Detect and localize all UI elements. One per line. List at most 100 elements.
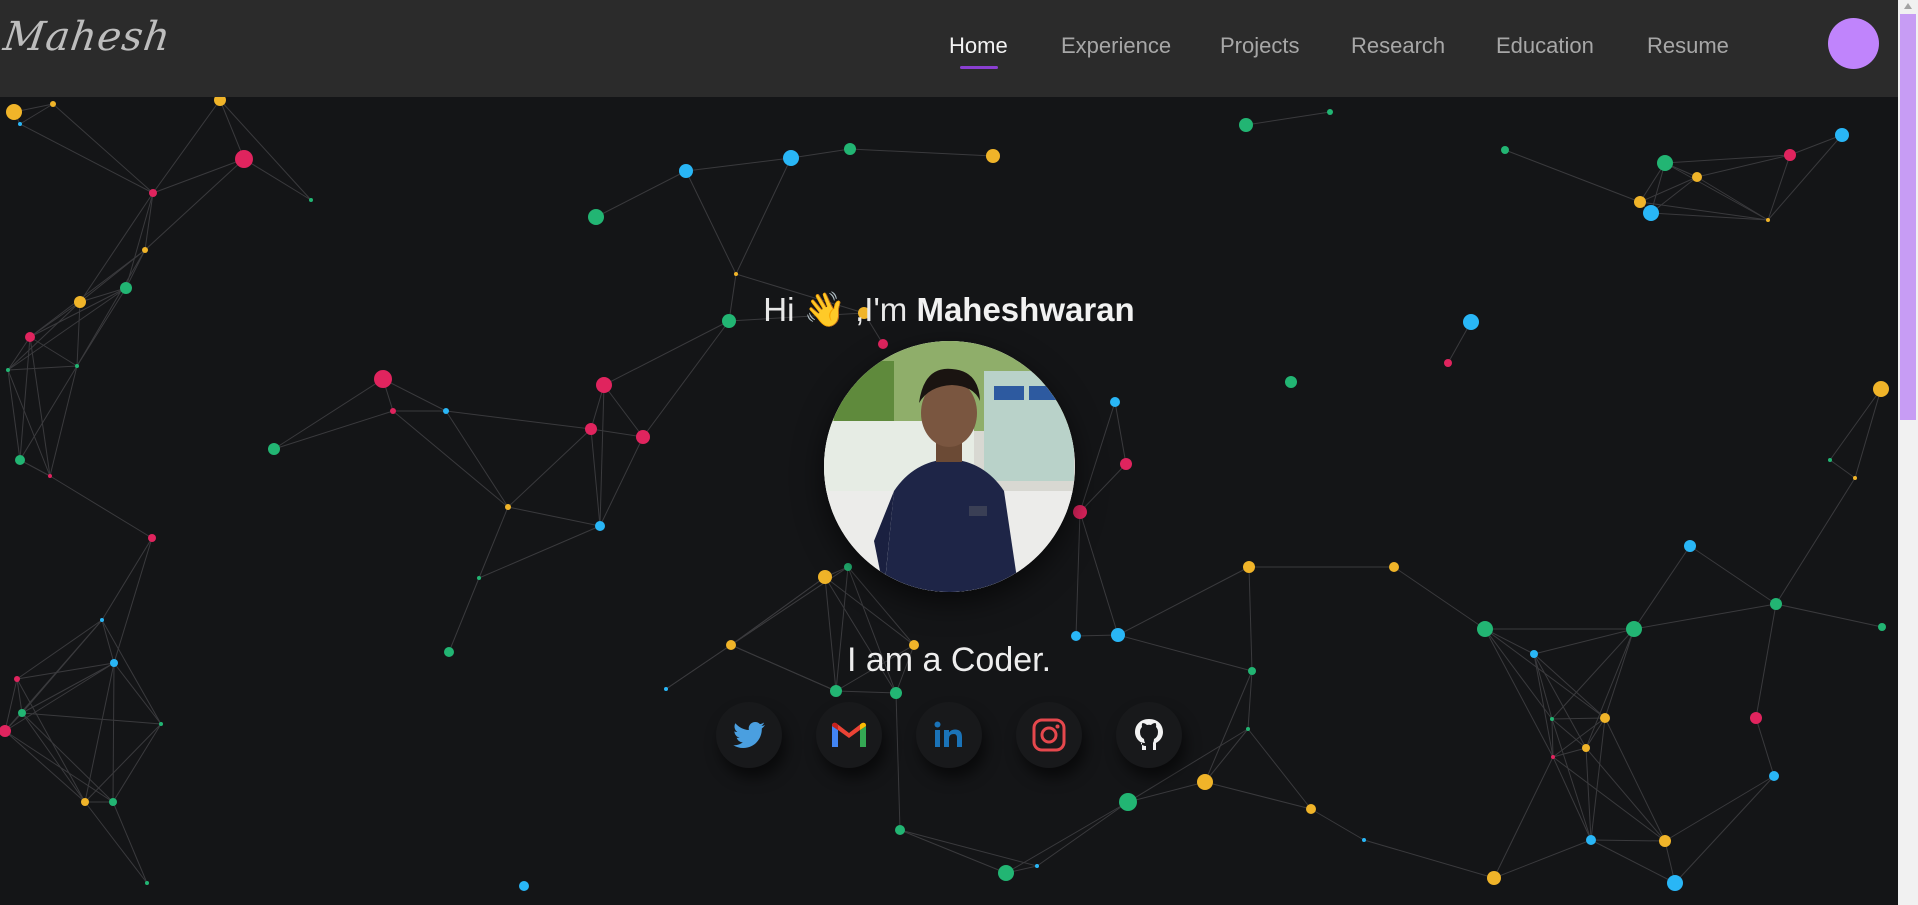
network-link-line <box>1775 603 1883 628</box>
network-link-line <box>1127 781 1206 803</box>
network-link-line <box>685 170 737 275</box>
network-link-line <box>1696 176 1769 221</box>
network-particle-dot <box>100 618 104 622</box>
network-link-line <box>507 506 601 527</box>
theme-toggle-knob[interactable] <box>1828 18 1879 69</box>
network-link-line <box>599 436 644 527</box>
network-link-line <box>1633 545 1691 630</box>
network-particle-dot <box>679 164 693 178</box>
network-particle-dot <box>1239 118 1253 132</box>
network-link-line <box>1079 463 1127 513</box>
network-link-line <box>1079 511 1119 636</box>
network-link-line <box>599 384 605 527</box>
network-particle-dot <box>50 101 56 107</box>
network-particle-dot <box>48 474 52 478</box>
network-particle-dot <box>844 143 856 155</box>
network-particle-dot <box>148 534 156 542</box>
instagram-link[interactable] <box>1016 702 1082 768</box>
network-particle-dot <box>1657 155 1673 171</box>
logo[interactable]: Mahesh <box>1 14 174 60</box>
network-particle-dot <box>1634 196 1646 208</box>
twitter-link[interactable] <box>716 702 782 768</box>
network-particle-dot <box>1389 562 1399 572</box>
network-particle-dot <box>235 150 253 168</box>
network-link-line <box>824 576 915 646</box>
network-particle-dot <box>15 455 25 465</box>
linkedin-link[interactable] <box>916 702 982 768</box>
network-particle-dot <box>1600 713 1610 723</box>
network-particle-dot <box>309 198 313 202</box>
network-link-line <box>1664 775 1775 842</box>
github-link[interactable] <box>1116 702 1182 768</box>
network-link-line <box>445 410 592 430</box>
network-link-line <box>144 158 245 251</box>
network-link-line <box>1552 756 1666 842</box>
network-particle-dot <box>1784 149 1796 161</box>
network-particle-dot <box>477 576 481 580</box>
network-particle-dot <box>75 364 79 368</box>
network-link-line <box>4 678 18 732</box>
hero-name: Maheshwaran <box>916 291 1135 328</box>
network-particle-dot <box>636 430 650 444</box>
network-particle-dot <box>588 209 604 225</box>
network-link-line <box>29 336 51 477</box>
network-particle-dot <box>159 722 163 726</box>
network-link-line <box>1585 747 1666 842</box>
network-link-line <box>144 192 154 251</box>
network-link-line <box>19 336 31 461</box>
network-link-line <box>603 384 644 438</box>
network-link-line <box>445 410 509 508</box>
network-particle-dot <box>1770 598 1782 610</box>
network-link-line <box>1117 566 1250 636</box>
network-link-line <box>1363 839 1495 879</box>
nav-home[interactable]: Home <box>949 33 1008 59</box>
network-link-line <box>849 148 994 157</box>
network-link-line <box>1551 718 1592 841</box>
greeting-prefix: Hi <box>763 291 795 328</box>
network-particle-dot <box>1582 744 1590 752</box>
nav-projects[interactable]: Projects <box>1220 33 1299 59</box>
network-particle-dot <box>596 377 612 393</box>
network-link-line <box>219 99 312 201</box>
network-link-line <box>1689 545 1777 605</box>
network-link-line <box>273 410 394 450</box>
network-particle-dot <box>1071 631 1081 641</box>
twitter-icon <box>733 722 765 748</box>
network-particle-dot <box>818 570 832 584</box>
network-particle-dot <box>1878 623 1886 631</box>
network-link-line <box>1590 839 1666 842</box>
network-link-line <box>1650 212 1769 221</box>
network-link-line <box>1075 511 1081 637</box>
gmail-link[interactable] <box>816 702 882 768</box>
network-link-line <box>4 730 86 803</box>
network-link-line <box>84 662 115 803</box>
network-particle-dot <box>1501 146 1509 154</box>
network-link-line <box>21 712 86 803</box>
network-particle-dot <box>830 685 842 697</box>
network-particle-dot <box>81 798 89 806</box>
nav-research[interactable]: Research <box>1351 33 1445 59</box>
network-particle-dot <box>895 825 905 835</box>
network-particle-dot <box>268 443 280 455</box>
nav-resume[interactable]: Resume <box>1647 33 1729 59</box>
network-link-line <box>595 170 687 218</box>
network-particle-dot <box>1750 712 1762 724</box>
linkedin-icon <box>934 721 962 747</box>
scrollbar-thumb[interactable] <box>1900 14 1916 420</box>
network-link-line <box>49 475 153 539</box>
network-link-line <box>273 378 384 450</box>
network-particle-dot <box>1643 205 1659 221</box>
nav-experience[interactable]: Experience <box>1061 33 1171 59</box>
network-particle-dot <box>18 122 22 126</box>
nav-education[interactable]: Education <box>1496 33 1594 59</box>
network-link-line <box>1493 756 1554 879</box>
network-link-line <box>642 320 730 438</box>
network-particle-dot <box>1487 871 1501 885</box>
network-link-line <box>590 428 644 438</box>
network-particle-dot <box>374 370 392 388</box>
scroll-up-arrow-icon[interactable] <box>1904 3 1912 9</box>
network-particle-dot <box>443 408 449 414</box>
network-link-line <box>125 192 154 289</box>
network-link-line <box>1114 401 1127 465</box>
network-particle-dot <box>149 189 157 197</box>
